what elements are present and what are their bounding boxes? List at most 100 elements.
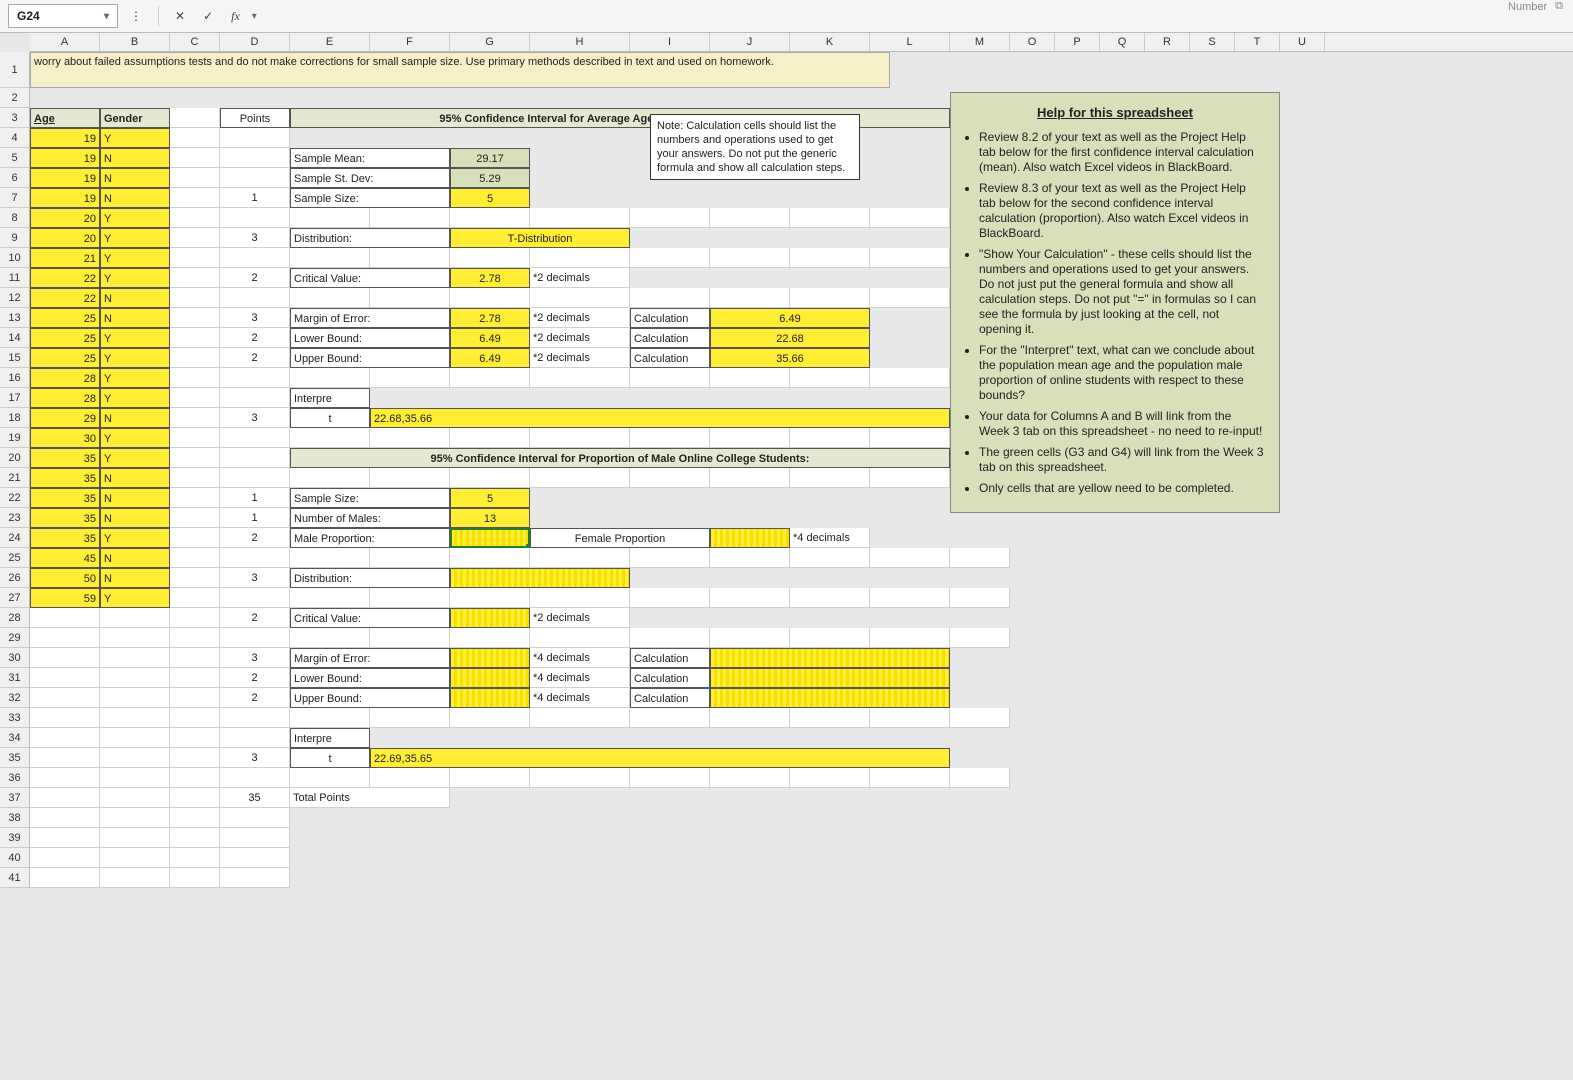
points-cell[interactable]: 3 [220, 308, 290, 328]
cell[interactable] [170, 408, 220, 428]
row-header[interactable]: 32 [0, 688, 29, 708]
cell[interactable] [290, 768, 370, 788]
points-cell[interactable]: 2 [220, 348, 290, 368]
points-cell[interactable] [220, 868, 290, 888]
points-cell[interactable]: 2 [220, 688, 290, 708]
age-cell[interactable]: 50 [30, 568, 100, 588]
cell[interactable] [170, 788, 220, 808]
gender-cell[interactable]: N [100, 468, 170, 488]
cell[interactable] [370, 468, 450, 488]
cell[interactable] [170, 248, 220, 268]
row-header[interactable]: 37 [0, 788, 29, 808]
col-header[interactable]: R [1145, 33, 1190, 51]
cell[interactable] [370, 548, 450, 568]
cell[interactable] [790, 768, 870, 788]
cell[interactable] [170, 828, 220, 848]
gender-cell[interactable]: Y [100, 588, 170, 608]
cell[interactable] [290, 468, 370, 488]
s2-interpret-val[interactable]: 22.69,35.65 [370, 748, 950, 768]
chevron-down-icon[interactable]: ▾ [104, 11, 109, 22]
gender-cell[interactable]: N [100, 148, 170, 168]
points-cell[interactable] [220, 588, 290, 608]
row-header[interactable]: 24 [0, 528, 29, 548]
gender-cell[interactable]: Y [100, 128, 170, 148]
cell[interactable] [370, 708, 450, 728]
col-header[interactable]: F [370, 33, 450, 51]
points-cell[interactable]: 2 [220, 668, 290, 688]
more-icon[interactable]: ⋮ [124, 7, 148, 25]
cell[interactable] [30, 828, 100, 848]
cell-grid[interactable]: worry about failed assumptions tests and… [30, 52, 1573, 888]
cell[interactable] [170, 668, 220, 688]
cell[interactable] [870, 468, 950, 488]
cell[interactable] [870, 548, 950, 568]
sample-sd-val[interactable]: 5.29 [450, 168, 530, 188]
cell[interactable] [870, 288, 950, 308]
points-cell[interactable] [220, 288, 290, 308]
points-cell[interactable] [220, 768, 290, 788]
cell[interactable] [450, 208, 530, 228]
crit-val[interactable]: 2.78 [450, 268, 530, 288]
cell[interactable] [530, 248, 630, 268]
calc-result[interactable]: 6.49 [710, 308, 870, 328]
s2-size-val[interactable]: 5 [450, 488, 530, 508]
points-cell[interactable]: 3 [220, 568, 290, 588]
cell[interactable] [100, 708, 170, 728]
col-header[interactable]: T [1235, 33, 1280, 51]
points-cell[interactable]: 3 [220, 648, 290, 668]
points-cell[interactable] [220, 828, 290, 848]
s2-calc-val[interactable] [450, 688, 530, 708]
cell[interactable] [870, 248, 950, 268]
col-header[interactable]: S [1190, 33, 1235, 51]
cell[interactable] [30, 728, 100, 748]
cell[interactable] [170, 848, 220, 868]
points-cell[interactable]: 3 [220, 228, 290, 248]
row-header[interactable]: 2 [0, 88, 29, 108]
calc-result[interactable]: 35.66 [710, 348, 870, 368]
col-header[interactable]: O [1010, 33, 1055, 51]
cell[interactable] [630, 288, 710, 308]
cell[interactable] [870, 768, 950, 788]
sample-size-val[interactable]: 5 [450, 188, 530, 208]
cell[interactable] [870, 368, 950, 388]
cell[interactable] [170, 708, 220, 728]
column-headers[interactable]: ABCDEFGHIJKLMOPQRSTU [30, 33, 1573, 52]
cell[interactable] [170, 808, 220, 828]
age-cell[interactable]: 25 [30, 308, 100, 328]
s2-dist-val[interactable] [450, 568, 630, 588]
cell[interactable] [290, 248, 370, 268]
points-cell[interactable] [220, 148, 290, 168]
cell[interactable] [530, 288, 630, 308]
points-cell[interactable] [220, 628, 290, 648]
age-cell[interactable]: 45 [30, 548, 100, 568]
row-header[interactable]: 11 [0, 268, 29, 288]
cell[interactable] [530, 468, 630, 488]
row-header[interactable]: 40 [0, 848, 29, 868]
s2-males-val[interactable]: 13 [450, 508, 530, 528]
col-header[interactable]: D [220, 33, 290, 51]
cell[interactable] [170, 128, 220, 148]
points-cell[interactable] [220, 248, 290, 268]
age-cell[interactable]: 19 [30, 168, 100, 188]
points-cell[interactable] [220, 468, 290, 488]
cell[interactable] [530, 588, 630, 608]
cell[interactable] [530, 708, 630, 728]
gender-cell[interactable]: N [100, 548, 170, 568]
cell[interactable] [100, 688, 170, 708]
accept-icon[interactable]: ✓ [197, 7, 219, 25]
row-header[interactable]: 17 [0, 388, 29, 408]
row-header[interactable]: 1 [0, 52, 29, 88]
cell[interactable] [710, 288, 790, 308]
row-header[interactable]: 21 [0, 468, 29, 488]
cell[interactable] [30, 668, 100, 688]
cell[interactable] [790, 628, 870, 648]
col-header[interactable]: U [1280, 33, 1325, 51]
row-header[interactable]: 31 [0, 668, 29, 688]
s2-calc-val[interactable] [450, 648, 530, 668]
row-header[interactable]: 25 [0, 548, 29, 568]
points-cell[interactable]: 35 [220, 788, 290, 808]
cell[interactable] [100, 868, 170, 888]
cell[interactable] [530, 548, 630, 568]
points-cell[interactable] [220, 428, 290, 448]
cell[interactable] [170, 608, 220, 628]
